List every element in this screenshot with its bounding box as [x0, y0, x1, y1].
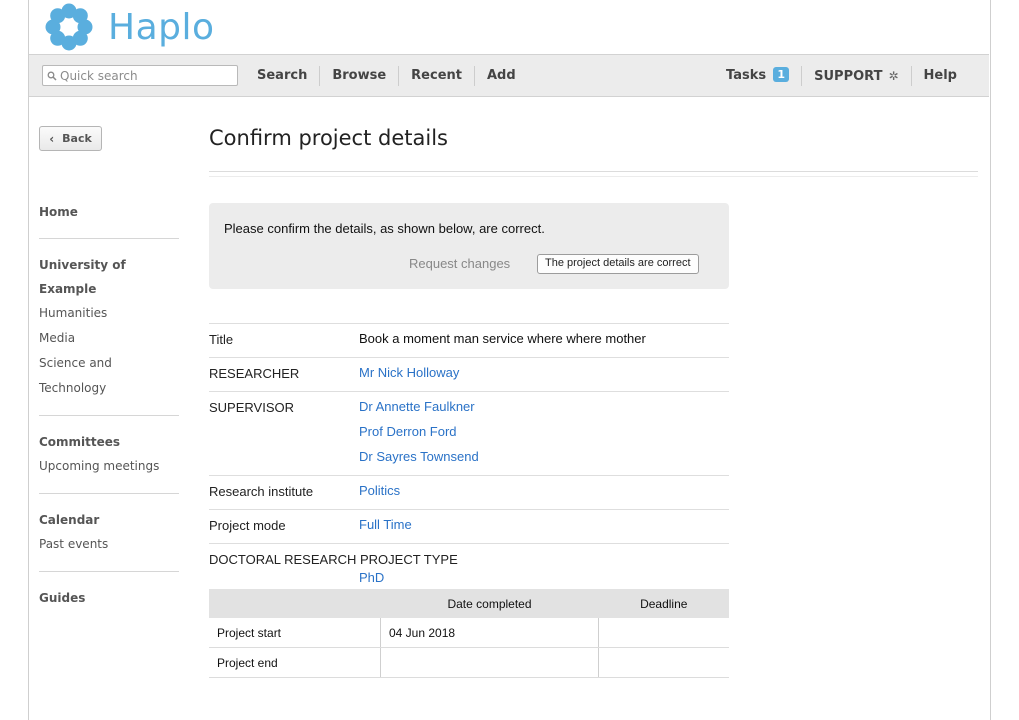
detail-link[interactable]: Full Time	[359, 512, 729, 537]
nav-main-links: Search Browse Recent Add	[245, 55, 528, 96]
logo[interactable]: Haplo	[44, 0, 215, 54]
table-cell: 04 Jun 2018	[380, 618, 599, 648]
sidebar-group-guides: Guides	[39, 586, 179, 624]
nav-browse[interactable]: Browse	[320, 65, 400, 86]
table-cell	[598, 618, 729, 648]
project-details: Title Book a moment man service where wh…	[209, 323, 729, 596]
table-cell	[380, 647, 599, 678]
detail-label: Project mode	[209, 518, 286, 533]
sidebar: Home University of Example Humanities Me…	[39, 200, 179, 638]
confirm-message: Please confirm the details, as shown bel…	[224, 221, 545, 236]
page-title: Confirm project details	[209, 126, 448, 150]
details-correct-button[interactable]: The project details are correct	[537, 254, 699, 274]
search-icon	[47, 71, 57, 81]
detail-label: RESEARCHER	[209, 366, 300, 381]
support-label: SUPPORT	[814, 68, 883, 84]
sidebar-group-university: University of Example Humanities Media S…	[39, 253, 179, 416]
request-changes-link[interactable]: Request changes	[409, 256, 510, 271]
table-header: Deadline	[598, 589, 729, 618]
sidebar-item-university[interactable]: University of Example	[39, 253, 179, 301]
search-placeholder: Quick search	[60, 68, 138, 83]
sidebar-item-humanities[interactable]: Humanities	[39, 301, 179, 326]
nav-tasks[interactable]: Tasks 1	[714, 65, 803, 86]
tasks-label: Tasks	[726, 67, 767, 83]
sidebar-item-home[interactable]: Home	[39, 200, 179, 224]
table-header-row: Date completed Deadline	[209, 589, 729, 618]
nav-help[interactable]: Help	[912, 66, 969, 86]
detail-label: SUPERVISOR	[209, 400, 295, 415]
quick-search-input[interactable]: Quick search	[42, 65, 238, 86]
detail-row-supervisor: SUPERVISOR Dr Annette Faulkner Prof Derr…	[209, 391, 729, 475]
nav-recent[interactable]: Recent	[399, 65, 475, 86]
detail-row-title: Title Book a moment man service where wh…	[209, 323, 729, 357]
detail-link[interactable]: Politics	[359, 478, 729, 503]
confirm-panel: Please confirm the details, as shown bel…	[209, 203, 729, 289]
table-cell	[598, 647, 729, 678]
detail-label: Research institute	[209, 484, 314, 499]
detail-row-researcher: RESEARCHER Mr Nick Holloway	[209, 357, 729, 391]
app-name: Haplo	[108, 6, 215, 48]
top-nav: Quick search Search Browse Recent Add Ta…	[29, 54, 989, 97]
sidebar-item-upcoming-meetings[interactable]: Upcoming meetings	[39, 454, 179, 479]
nav-search[interactable]: Search	[245, 65, 321, 86]
back-button[interactable]: ‹ Back	[39, 126, 102, 151]
sidebar-item-committees[interactable]: Committees	[39, 430, 179, 454]
sidebar-item-past-events[interactable]: Past events	[39, 532, 179, 557]
sidebar-item-calendar[interactable]: Calendar	[39, 508, 179, 532]
table-header	[209, 589, 381, 618]
detail-link[interactable]: Prof Derron Ford	[359, 419, 729, 444]
table-header: Date completed	[380, 589, 599, 618]
detail-row-research-institute: Research institute Politics	[209, 475, 729, 509]
nav-right-links: Tasks 1 SUPPORT ✲ Help	[714, 55, 969, 96]
table-cell: Project end	[209, 647, 381, 678]
table-row: Project start 04 Jun 2018	[209, 618, 729, 648]
detail-label: Title	[209, 332, 234, 347]
table-cell: Project start	[209, 618, 381, 648]
detail-link[interactable]: Mr Nick Holloway	[359, 360, 729, 385]
gear-icon: ✲	[888, 68, 899, 83]
sidebar-group-committees: Committees Upcoming meetings	[39, 430, 179, 494]
chevron-left-icon: ‹	[49, 131, 55, 146]
detail-row-project-mode: Project mode Full Time	[209, 509, 729, 543]
sidebar-item-media[interactable]: Media	[39, 326, 179, 351]
tasks-count-badge: 1	[773, 66, 790, 82]
sidebar-item-guides[interactable]: Guides	[39, 586, 179, 610]
haplo-flower-icon	[45, 3, 93, 51]
sidebar-item-science-technology[interactable]: Science and Technology	[39, 351, 179, 401]
detail-link[interactable]: Dr Sayres Townsend	[359, 444, 729, 469]
detail-link[interactable]: PhD	[359, 565, 729, 590]
title-divider	[209, 171, 978, 177]
detail-link[interactable]: Dr Annette Faulkner	[359, 394, 729, 419]
back-label: Back	[62, 132, 92, 145]
nav-add[interactable]: Add	[475, 66, 528, 86]
table-row: Project end	[209, 647, 729, 678]
detail-value: Book a moment man service where where mo…	[359, 331, 646, 346]
sidebar-group-home: Home	[39, 200, 179, 239]
dates-table: Date completed Deadline Project start 04…	[209, 589, 729, 678]
nav-support[interactable]: SUPPORT ✲	[802, 65, 912, 86]
sidebar-group-calendar: Calendar Past events	[39, 508, 179, 572]
